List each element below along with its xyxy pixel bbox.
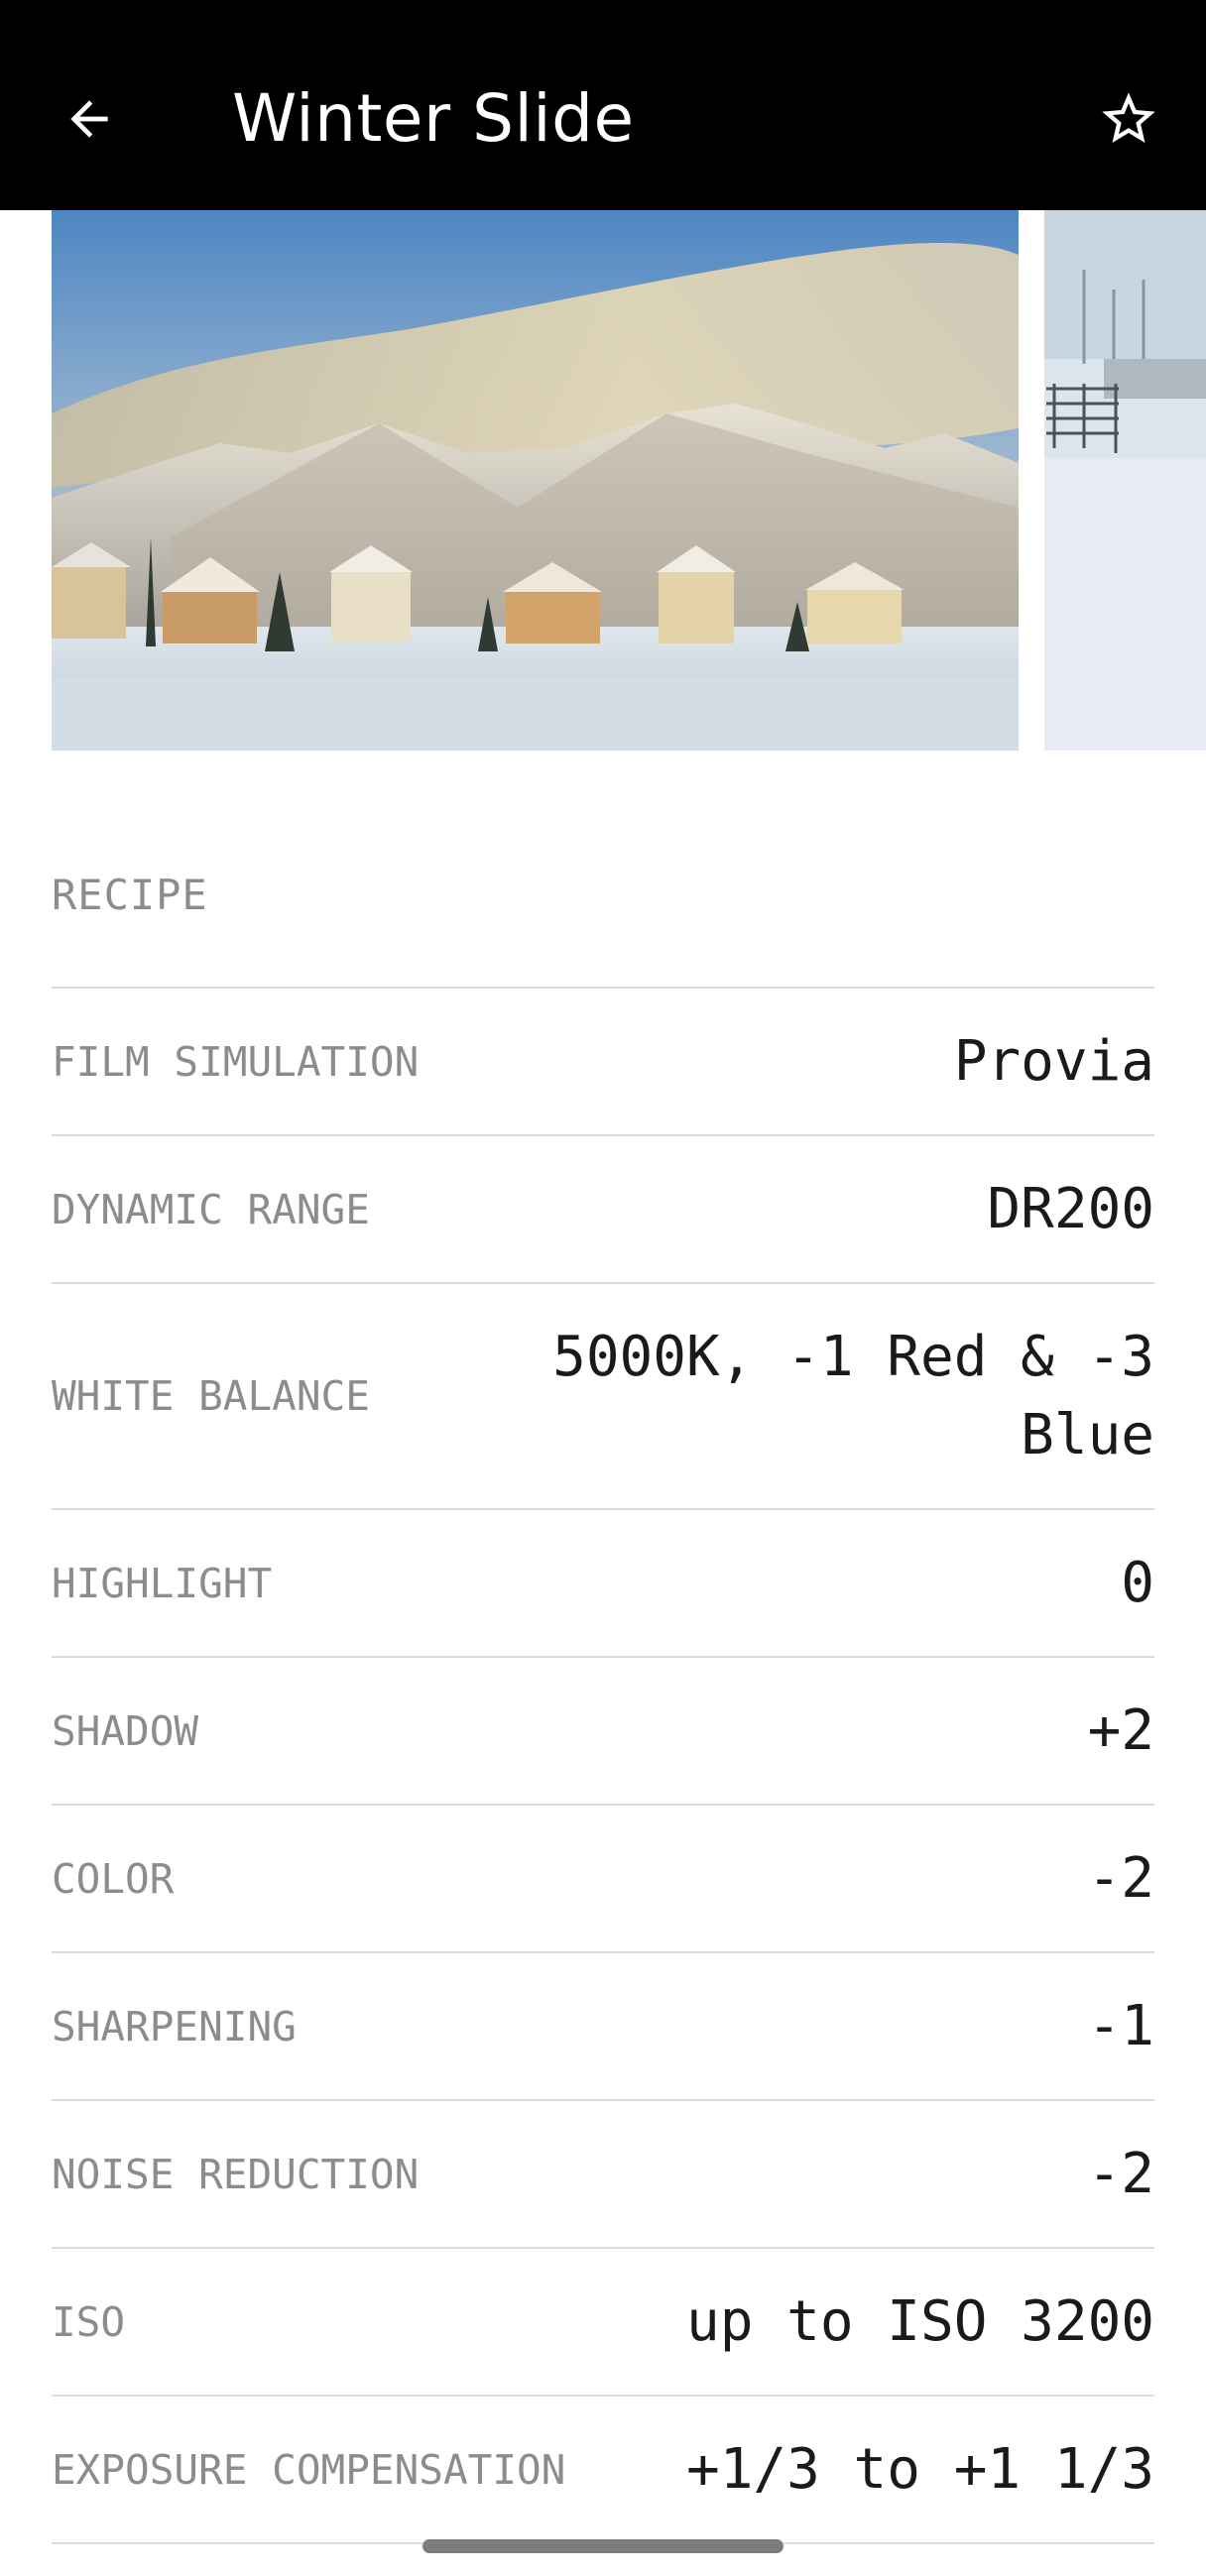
setting-row-highlight: HIGHLIGHT 0 <box>52 1510 1154 1658</box>
setting-row-white-balance: WHITE BALANCE 5000K, -1 Red & -3 Blue <box>52 1284 1154 1510</box>
mountain-houses-photo <box>52 210 1019 751</box>
setting-value: +2 <box>1087 1698 1154 1763</box>
star-outline-icon <box>1102 92 1155 143</box>
setting-label: FILM SIMULATION <box>52 1037 420 1086</box>
setting-label: WHITE BALANCE <box>52 1372 370 1420</box>
setting-value: DR200 <box>987 1177 1154 1241</box>
app-bar: Winter Slide <box>0 0 1206 210</box>
setting-value: 5000K, -1 Red & -3 Blue <box>552 1325 1154 1467</box>
setting-label: DYNAMIC RANGE <box>52 1185 370 1233</box>
setting-label: ISO <box>52 2297 126 2346</box>
setting-label: SHARPENING <box>52 2002 297 2050</box>
setting-row-dynamic-range: DYNAMIC RANGE DR200 <box>52 1136 1154 1284</box>
setting-row-exposure-compensation: EXPOSURE COMPENSATION +1/3 to +1 1/3 <box>52 2397 1154 2544</box>
setting-label: SHADOW <box>52 1706 199 1755</box>
setting-label: HIGHLIGHT <box>52 1559 273 1607</box>
setting-value: +1/3 to +1 1/3 <box>685 2437 1154 2502</box>
recipe-photo-next[interactable] <box>1044 210 1206 751</box>
recipe-section-header: RECIPE <box>52 751 1154 989</box>
recipe-photo[interactable] <box>52 210 1019 751</box>
photo-carousel[interactable] <box>0 210 1206 751</box>
snowy-field-photo <box>1044 210 1206 751</box>
setting-value: -2 <box>1087 2142 1154 2206</box>
page-title: Winter Slide <box>232 80 635 157</box>
setting-label: NOISE REDUCTION <box>52 2150 420 2198</box>
setting-row-color: COLOR -2 <box>52 1806 1154 1953</box>
setting-value: -2 <box>1087 1846 1154 1911</box>
home-indicator[interactable] <box>422 2539 784 2553</box>
setting-value: 0 <box>1121 1551 1154 1615</box>
back-button[interactable] <box>50 79 129 159</box>
recipe-details: RECIPE FILM SIMULATION Provia DYNAMIC RA… <box>52 751 1154 2544</box>
setting-value: up to ISO 3200 <box>685 2289 1154 2354</box>
setting-row-film-simulation: FILM SIMULATION Provia <box>52 989 1154 1136</box>
recipe-section-label: RECIPE <box>52 871 208 919</box>
setting-value: Provia <box>953 1029 1154 1094</box>
setting-label: COLOR <box>52 1854 175 1903</box>
setting-row-shadow: SHADOW +2 <box>52 1658 1154 1806</box>
setting-value: -1 <box>1087 1994 1154 2058</box>
arrow-back-icon <box>70 100 108 138</box>
setting-row-iso: ISO up to ISO 3200 <box>52 2249 1154 2397</box>
favorite-button[interactable] <box>1089 79 1168 159</box>
setting-label: EXPOSURE COMPENSATION <box>52 2445 566 2494</box>
setting-row-noise-reduction: NOISE REDUCTION -2 <box>52 2101 1154 2249</box>
setting-row-sharpening: SHARPENING -1 <box>52 1953 1154 2101</box>
